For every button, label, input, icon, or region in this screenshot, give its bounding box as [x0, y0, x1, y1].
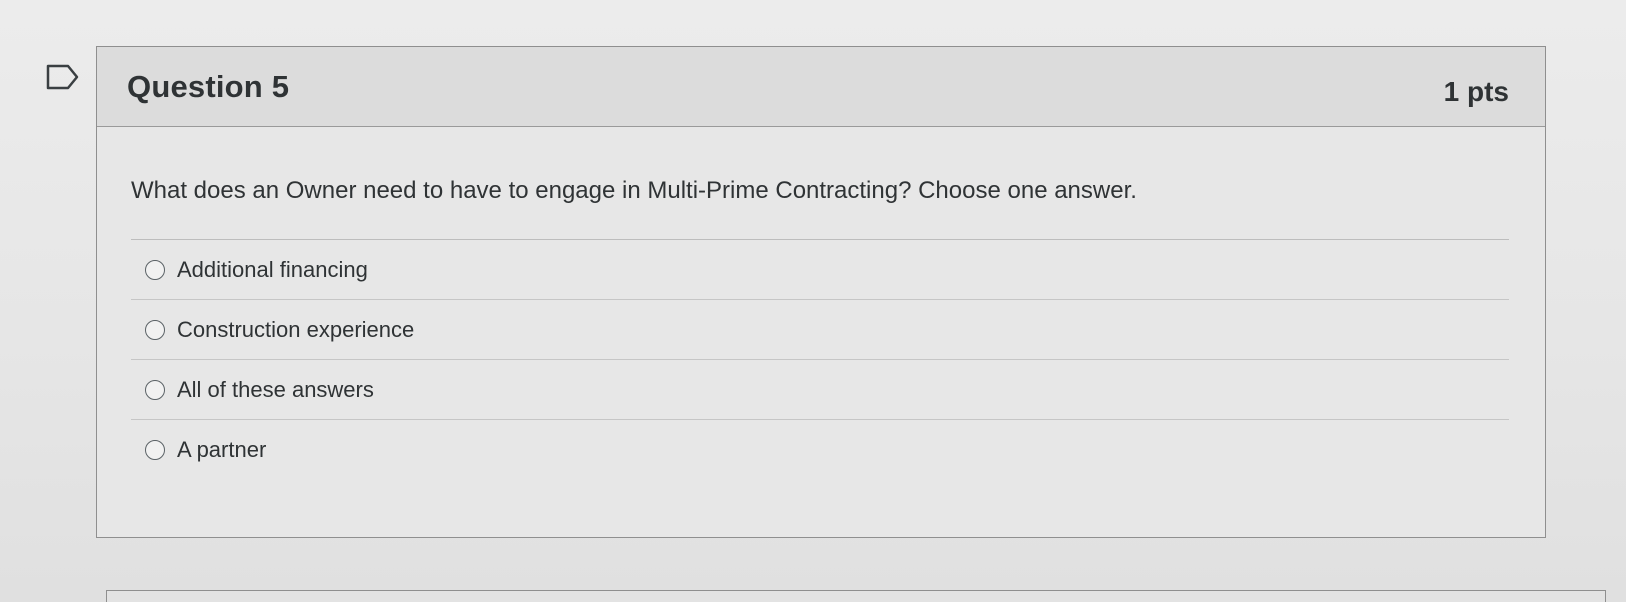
answer-label[interactable]: Additional financing [177, 257, 368, 283]
answer-option[interactable]: All of these answers [131, 360, 1509, 420]
answer-option[interactable]: Additional financing [131, 240, 1509, 300]
radio-button[interactable] [145, 379, 165, 400]
radio-button[interactable] [145, 259, 165, 280]
quiz-page: Question 5 1 pts What does an Owner need… [0, 0, 1626, 602]
question-text: What does an Owner need to have to engag… [131, 177, 1509, 240]
question-header: Question 5 1 pts [97, 47, 1545, 127]
radio-button[interactable] [145, 319, 165, 340]
radio-button[interactable] [145, 440, 165, 460]
question-card: Question 5 1 pts What does an Owner need… [96, 46, 1546, 538]
answer-option[interactable]: Construction experience [131, 300, 1509, 360]
next-question-card [106, 590, 1606, 602]
question-points: 1 pts [1443, 75, 1509, 107]
flag-question-icon[interactable] [46, 64, 80, 90]
answer-label[interactable]: Construction experience [177, 317, 414, 343]
question-title: Question 5 [127, 68, 290, 104]
answer-label[interactable]: A partner [177, 437, 266, 463]
answer-list: Additional financing Construction experi… [131, 240, 1509, 480]
answer-label[interactable]: All of these answers [177, 377, 374, 403]
question-body: What does an Owner need to have to engag… [97, 127, 1545, 480]
answer-option[interactable]: A partner [131, 420, 1509, 480]
